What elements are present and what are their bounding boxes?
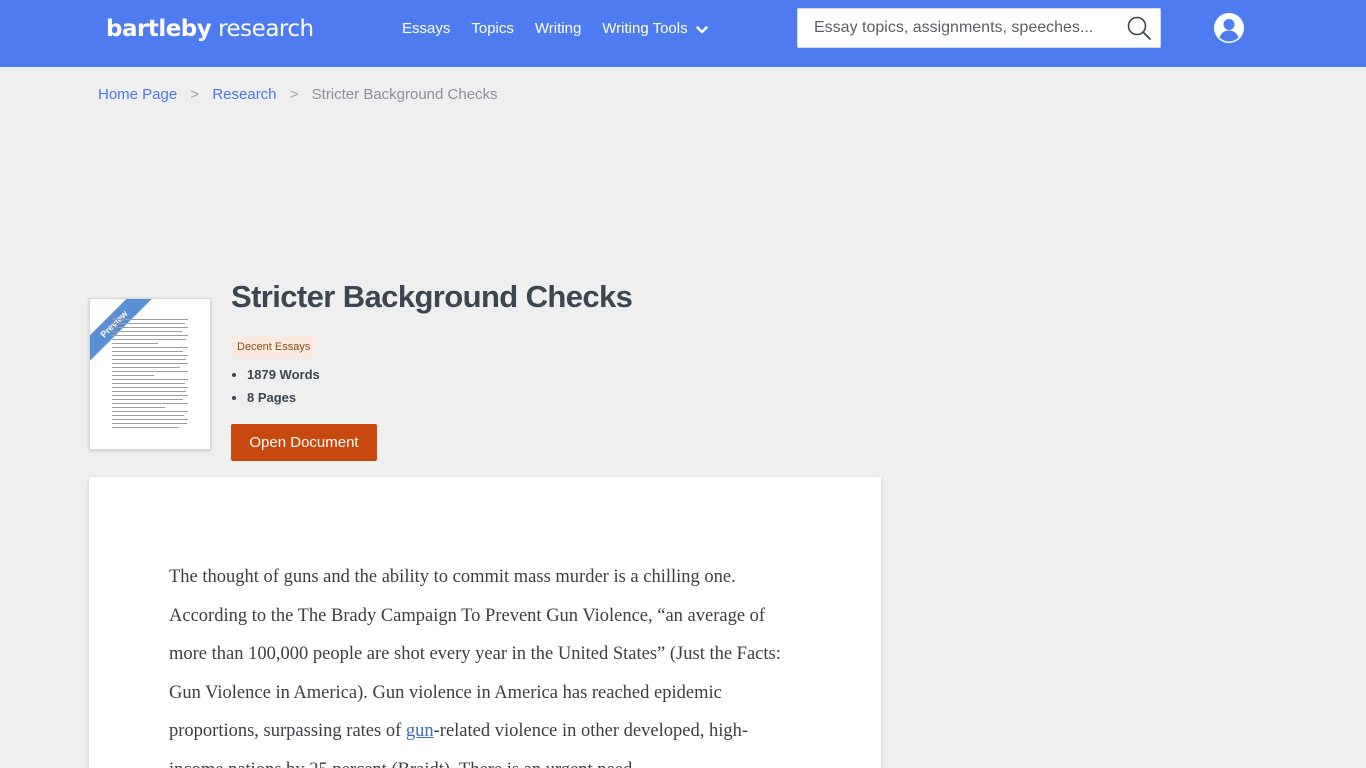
thumbnail-line [112, 427, 179, 428]
thumbnail-line [112, 371, 188, 372]
bartleby-logo[interactable]: bartleby research [106, 16, 314, 42]
thumbnail-line [112, 403, 188, 404]
thumbnail-line [112, 419, 188, 420]
nav-essays[interactable]: Essays [402, 20, 450, 37]
thumbnail-line [112, 383, 185, 384]
thumbnail-line [112, 399, 183, 400]
thumbnail-line [112, 319, 188, 320]
chevron-down-icon [695, 26, 708, 34]
search-box [797, 8, 1161, 48]
breadcrumb-current: Stricter Background Checks [311, 86, 498, 103]
thumbnail-line [112, 323, 185, 324]
thumbnail-line [112, 359, 186, 360]
document-title: Stricter Background Checks [231, 279, 633, 314]
word-count: 1879 Words [247, 366, 320, 389]
document-body: The thought of guns and the ability to c… [89, 477, 881, 768]
breadcrumb: Home Page > Research > Stricter Backgrou… [98, 86, 498, 103]
thumbnail-line [112, 423, 188, 424]
thumbnail-line [112, 411, 188, 412]
thumbnail-line [112, 391, 187, 392]
breadcrumb-separator: > [289, 86, 299, 103]
site-header: bartleby research Essays Topics Writing … [0, 0, 1366, 67]
thumbnail-line [112, 347, 188, 348]
breadcrumb-research[interactable]: Research [212, 86, 276, 103]
nav-writing-tools[interactable]: Writing Tools [602, 20, 708, 37]
breadcrumb-home[interactable]: Home Page [98, 86, 177, 103]
nav-writing[interactable]: Writing [535, 20, 581, 37]
thumbnail-line [112, 415, 185, 416]
page-count: 8 Pages [247, 389, 320, 412]
quality-badge: Decent Essays [231, 336, 317, 358]
nav-topics[interactable]: Topics [471, 20, 514, 37]
paragraph-text-start: The thought of guns and the ability to c… [169, 567, 781, 741]
search-input[interactable] [798, 9, 1118, 47]
document-stats: 1879 Words 8 Pages [247, 366, 320, 412]
thumbnail-line [112, 355, 188, 356]
thumbnail-text-lines [112, 319, 188, 431]
thumbnail-line [112, 367, 181, 368]
gun-link[interactable]: gun [406, 721, 434, 741]
breadcrumb-separator: > [190, 86, 200, 103]
thumbnail-line [112, 331, 182, 332]
thumbnail-line [112, 351, 184, 352]
thumbnail-line [112, 395, 188, 396]
logo-light: research [218, 16, 314, 42]
search-icon[interactable] [1126, 15, 1152, 41]
logo-bold: bartleby [106, 16, 212, 42]
document-paragraph: The thought of guns and the ability to c… [169, 558, 799, 768]
thumbnail-line [112, 335, 188, 336]
document-preview-thumbnail[interactable]: Preview [89, 298, 211, 450]
open-document-button[interactable]: Open Document [231, 424, 377, 461]
thumbnail-line [112, 343, 158, 344]
thumbnail-line [112, 327, 188, 328]
account-icon[interactable] [1213, 12, 1245, 44]
thumbnail-line [112, 387, 188, 388]
nav-writing-tools-label: Writing Tools [602, 20, 688, 37]
thumbnail-line [112, 375, 154, 376]
main-nav: Essays Topics Writing Writing Tools [402, 20, 708, 37]
thumbnail-line [112, 363, 188, 364]
thumbnail-line [112, 379, 188, 380]
thumbnail-line [112, 339, 187, 340]
thumbnail-line [112, 407, 166, 408]
